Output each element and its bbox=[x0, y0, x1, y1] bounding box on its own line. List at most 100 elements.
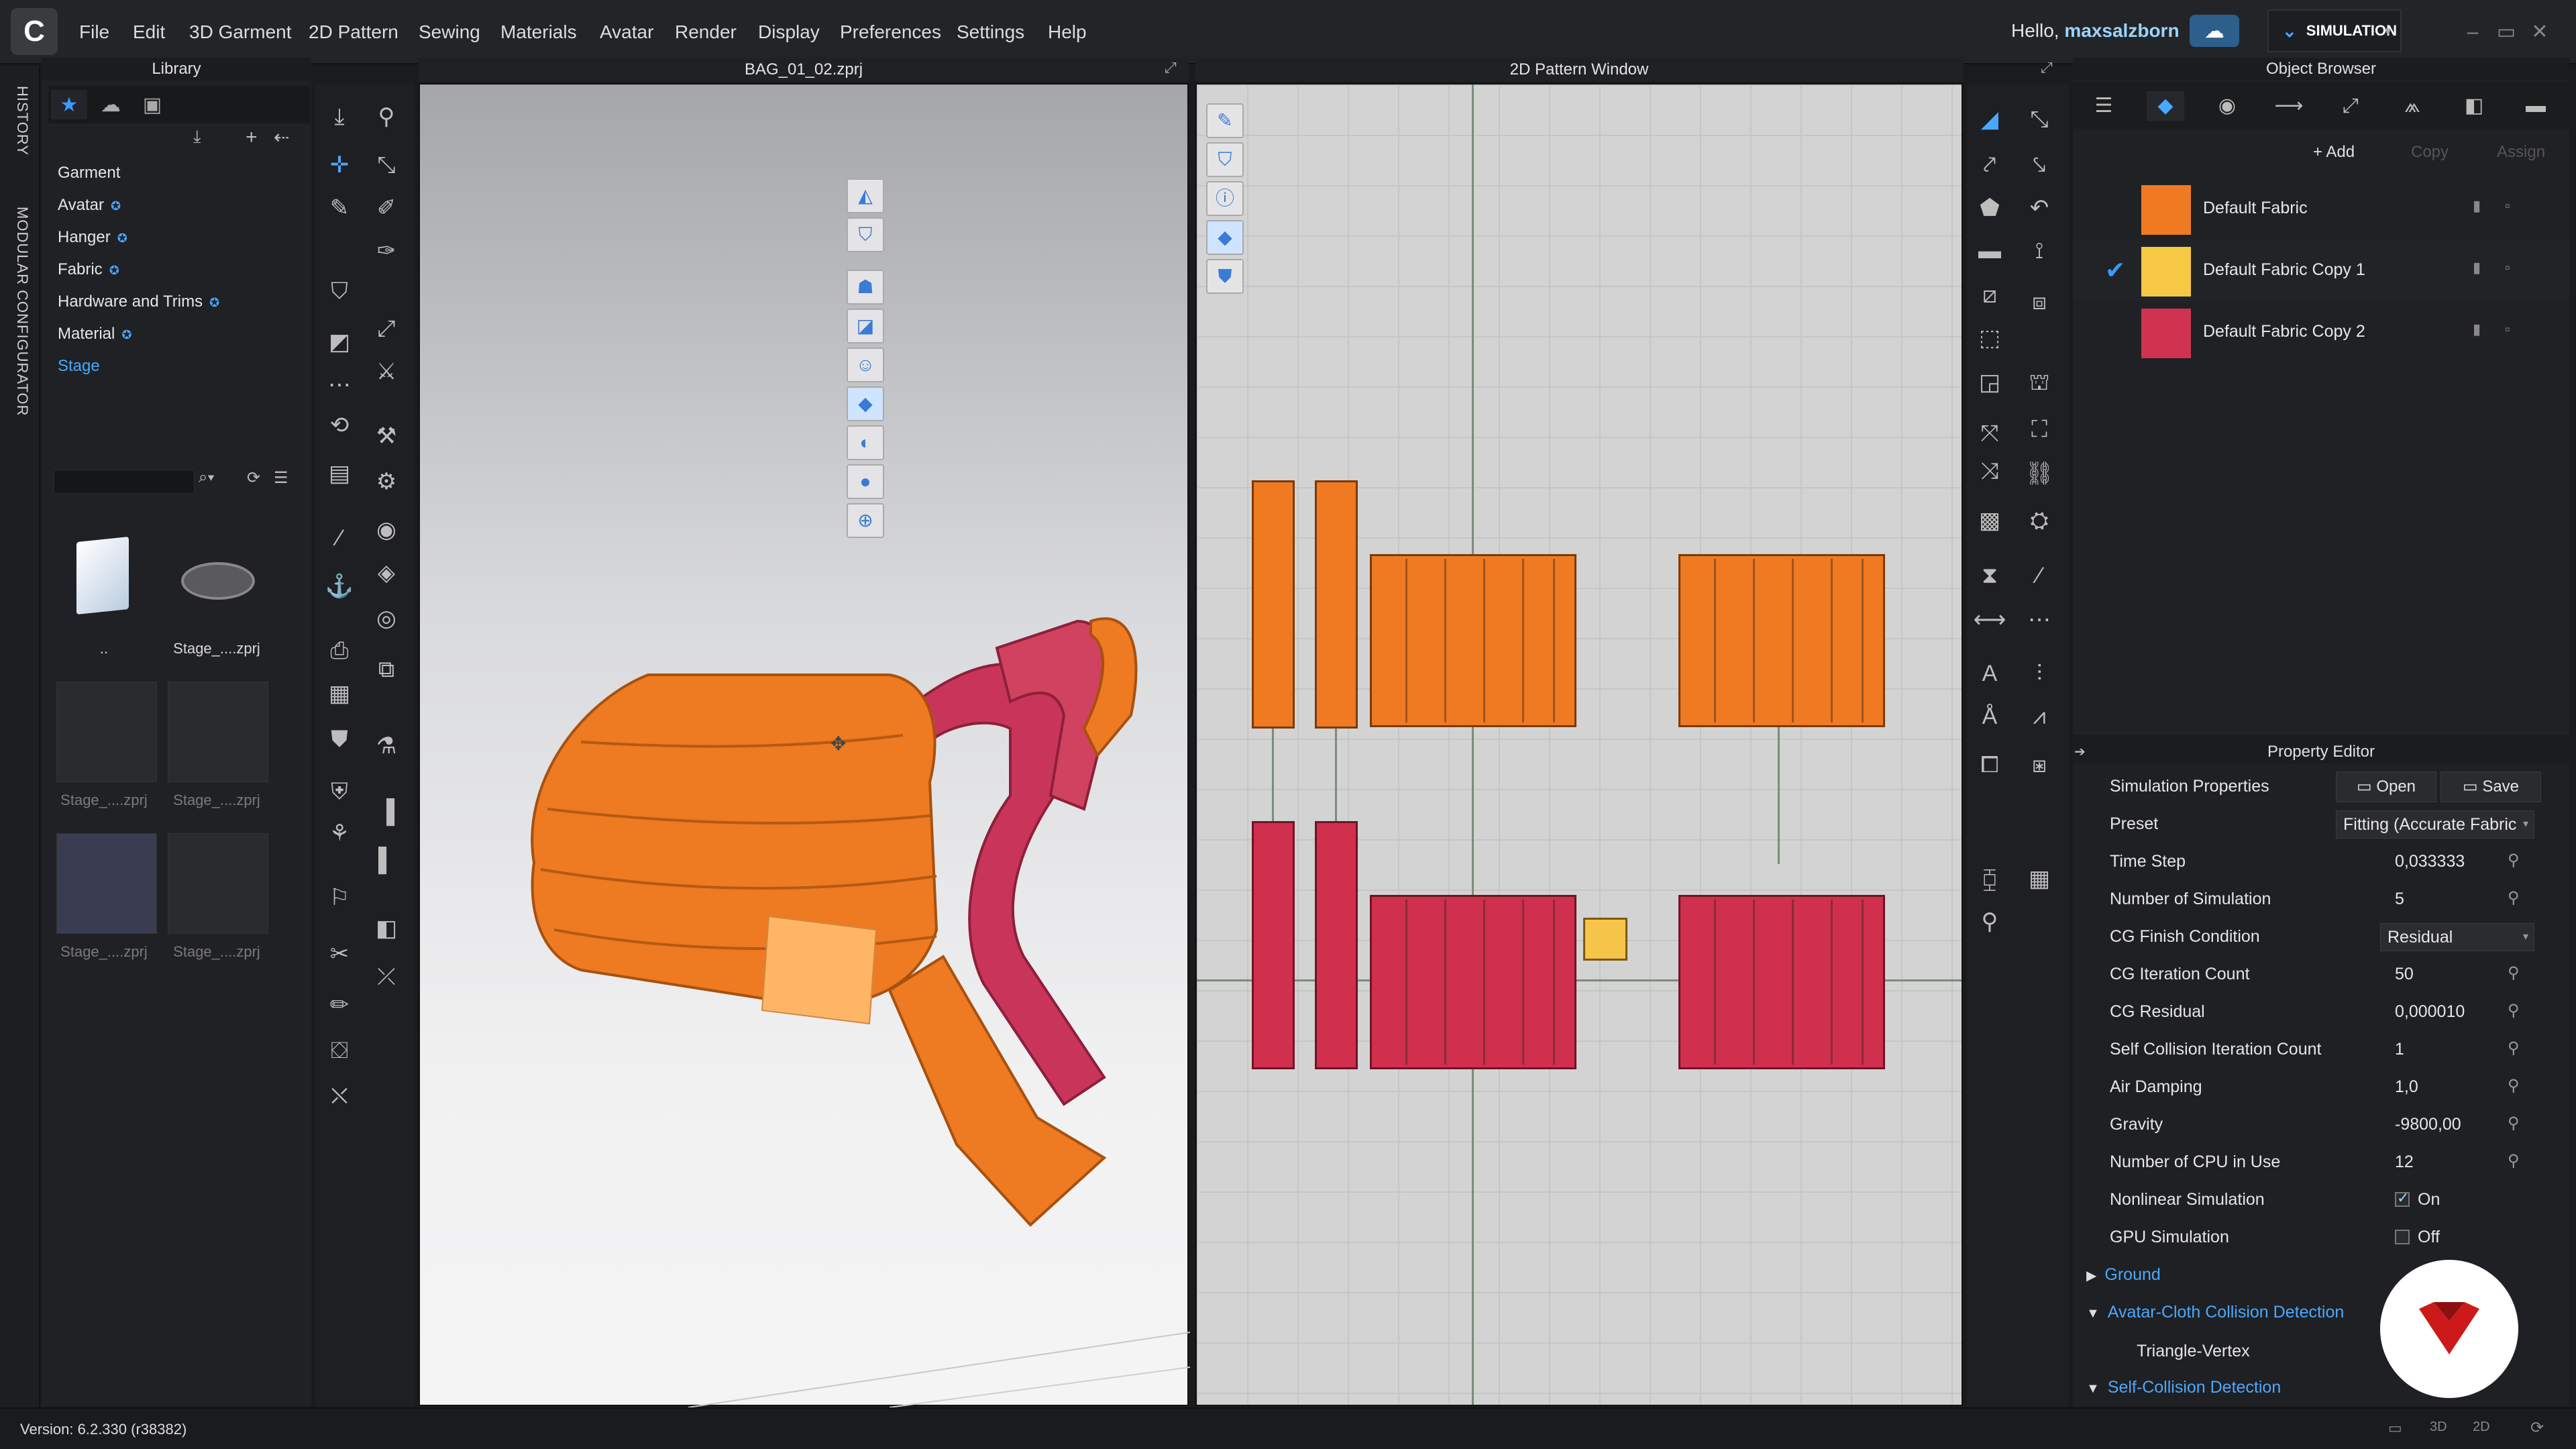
schedule-icon[interactable]: ▦ bbox=[2022, 861, 2057, 896]
2d-view-grey-shirt-icon[interactable]: ⛊ bbox=[1206, 259, 1244, 294]
3d-viewport[interactable]: ✥ ◭ ⛉ ☗ ◪ ☺ ◆ ◐ ● ⊕ bbox=[419, 83, 1190, 1407]
property-row-self-collision[interactable]: Self Collision Iteration Count 1 ⚲ bbox=[2073, 1030, 2569, 1068]
view-cube-icon[interactable]: ◆ bbox=[847, 386, 884, 421]
puckering-icon[interactable]: ⧉ bbox=[369, 652, 404, 687]
view-mask-icon[interactable]: ◐ bbox=[847, 425, 884, 460]
garment-icon[interactable]: ⛉ bbox=[322, 274, 357, 309]
add-point-icon[interactable]: ⤥ bbox=[2022, 148, 2057, 182]
property-row-cpu[interactable]: Number of CPU in Use 12 ⚲ bbox=[2073, 1143, 2569, 1181]
fill-icon[interactable]: ◧ bbox=[369, 911, 404, 946]
pin-icon[interactable]: ⚲ bbox=[2508, 1151, 2520, 1171]
zipper-tab-icon[interactable]: ⩕ bbox=[2394, 91, 2431, 121]
property-row-cg-residual[interactable]: CG Residual 0,000010 ⚲ bbox=[2073, 993, 2569, 1030]
pattern-piece[interactable] bbox=[1678, 895, 1885, 1069]
single-view-icon[interactable]: ▭ bbox=[2388, 1419, 2402, 1437]
3d-view-icon[interactable]: 3D bbox=[2430, 1419, 2447, 1435]
close-button[interactable]: ✕ bbox=[2526, 19, 2553, 46]
zigzag-icon[interactable]: ⩘ bbox=[2022, 699, 2057, 734]
cloud-sync-button[interactable]: ☁ bbox=[2190, 15, 2239, 47]
pattern-piece-label[interactable] bbox=[1583, 918, 1627, 961]
pin-icon[interactable]: ⚲ bbox=[2508, 888, 2520, 908]
dart-icon[interactable]: ⬚ bbox=[1972, 321, 2007, 356]
view-texture-icon[interactable]: ◪ bbox=[847, 309, 884, 343]
2d-view-icon[interactable]: 2D bbox=[2473, 1419, 2490, 1435]
buttonhole-icon[interactable]: ◎ bbox=[369, 601, 404, 636]
skin-icon[interactable]: ▌ bbox=[369, 843, 404, 877]
texture-icon[interactable]: ▤ bbox=[322, 456, 357, 491]
pants-icon[interactable]: ⛨ bbox=[322, 774, 357, 809]
property-row-cg-iteration[interactable]: CG Iteration Count 50 ⚲ bbox=[2073, 955, 2569, 993]
menu-help[interactable]: Help bbox=[1048, 21, 1087, 43]
refresh-icon[interactable]: ⟳ bbox=[2530, 1418, 2544, 1438]
fabric-info-icon[interactable]: ▮ bbox=[2473, 259, 2481, 276]
view-avatar-icon[interactable]: ☗ bbox=[847, 270, 884, 305]
pe-value[interactable]: 12 bbox=[2395, 1152, 2414, 1172]
fold-2d-icon[interactable]: ⧈ bbox=[2022, 284, 2057, 319]
pe-value[interactable]: 1,0 bbox=[2395, 1077, 2418, 1097]
username[interactable]: maxsalzborn bbox=[2064, 20, 2179, 41]
segment-sewing-icon[interactable]: ⤧ bbox=[1972, 416, 2007, 451]
menu-sewing[interactable]: Sewing bbox=[419, 21, 480, 43]
library-item-hanger[interactable]: Hanger ✪ bbox=[58, 228, 127, 247]
pe-value[interactable]: -9800,00 bbox=[2395, 1115, 2461, 1134]
stage-thumbnail[interactable] bbox=[166, 530, 267, 631]
add-fabric-button[interactable]: + Add bbox=[2301, 137, 2367, 168]
print-icon[interactable]: ⎙ bbox=[322, 633, 357, 668]
calendar-icon[interactable]: ▦ bbox=[322, 676, 357, 711]
library-item-hardware-trims[interactable]: Hardware and Trims ✪ bbox=[58, 292, 219, 311]
favorites-star-icon[interactable]: ★ bbox=[51, 90, 87, 119]
button-icon[interactable]: ◉ bbox=[369, 513, 404, 547]
internal-polygon-icon[interactable]: ⧄ bbox=[1972, 278, 2007, 313]
select-mesh-icon[interactable]: ⤡ bbox=[369, 148, 404, 182]
fabric-row[interactable]: Default Fabric ▮ ▫ bbox=[2073, 177, 2569, 239]
seam-icon[interactable]: ⋯ bbox=[322, 368, 357, 402]
arrange-icon[interactable]: ⟲ bbox=[322, 408, 357, 443]
line-icon[interactable]: ∕ bbox=[322, 521, 357, 555]
history-tab[interactable]: HISTORY bbox=[13, 86, 31, 156]
fabric-tab-icon[interactable]: ◆ bbox=[2147, 91, 2184, 121]
copy-fabric-button[interactable]: Copy bbox=[2399, 137, 2461, 168]
edit-curvature-icon[interactable]: ⤤ bbox=[1972, 148, 2007, 182]
minimize-button[interactable]: – bbox=[2459, 19, 2486, 46]
library-search-input[interactable] bbox=[54, 470, 195, 494]
select-move-icon[interactable]: ✛ bbox=[322, 148, 357, 182]
2d-view-shirt-icon[interactable]: ⛉ bbox=[1206, 142, 1244, 177]
pin-2d-icon[interactable]: ⚲ bbox=[1972, 904, 2007, 939]
app-logo-icon[interactable]: C bbox=[11, 8, 58, 55]
open-button[interactable]: ▭ Open bbox=[2336, 771, 2436, 802]
grab-icon[interactable]: ◈ bbox=[369, 555, 404, 590]
section-ground[interactable]: ▶ Ground bbox=[2086, 1265, 2161, 1285]
trims-tab-icon[interactable]: ▬ bbox=[2517, 91, 2555, 121]
text-a-icon[interactable]: A bbox=[1972, 656, 2007, 691]
collapse-arrow-icon[interactable]: ➔ bbox=[2074, 743, 2086, 760]
menu-preferences[interactable]: Preferences bbox=[840, 21, 941, 43]
tape-icon[interactable]: ✂ bbox=[322, 936, 357, 971]
pe-value[interactable]: 1 bbox=[2395, 1040, 2404, 1059]
pin-icon[interactable]: ⚲ bbox=[2508, 1001, 2520, 1020]
pe-value[interactable]: 0,000010 bbox=[2395, 1002, 2465, 1022]
free-sewing-icon[interactable]: ⛶ bbox=[2022, 412, 2057, 447]
download-icon[interactable]: ⤓ bbox=[193, 126, 201, 148]
pin-icon[interactable]: ✐ bbox=[369, 191, 404, 225]
property-row-time-step[interactable]: Time Step 0,033333 ⚲ bbox=[2073, 843, 2569, 880]
maximize-button[interactable]: ▭ bbox=[2493, 19, 2520, 46]
stage-thumbnail[interactable] bbox=[56, 833, 157, 934]
assign-fabric-button[interactable]: Assign bbox=[2485, 137, 2557, 168]
shirt-size-icon[interactable]: ⛌ bbox=[322, 1079, 357, 1114]
curve-point-icon[interactable]: ↶ bbox=[2022, 191, 2057, 225]
texture-2d-icon[interactable]: ▩ bbox=[1972, 503, 2007, 538]
line-2d-icon[interactable]: ∕ bbox=[2022, 558, 2057, 593]
pattern-piece[interactable] bbox=[1370, 554, 1576, 727]
pattern-piece[interactable] bbox=[1252, 480, 1295, 729]
transform-pattern-icon[interactable]: ✎ bbox=[322, 191, 357, 225]
2d-view-cube-icon[interactable]: ◆ bbox=[1206, 220, 1244, 255]
pressure-icon[interactable]: ⚗ bbox=[369, 729, 404, 763]
add-folder-icon[interactable]: + bbox=[246, 126, 258, 149]
dashed-line-icon[interactable]: ⋯ bbox=[2022, 602, 2057, 637]
folder-up-thumbnail[interactable] bbox=[54, 530, 154, 631]
mode-selector[interactable]: ⌄ SIMULATION ▾ bbox=[2267, 9, 2402, 52]
pattern-piece[interactable] bbox=[1370, 895, 1576, 1069]
notch-icon[interactable]: ⛫ bbox=[2022, 365, 2057, 400]
library-item-stage[interactable]: Stage bbox=[58, 357, 100, 376]
ruler-icon[interactable]: ✏ bbox=[322, 987, 357, 1022]
